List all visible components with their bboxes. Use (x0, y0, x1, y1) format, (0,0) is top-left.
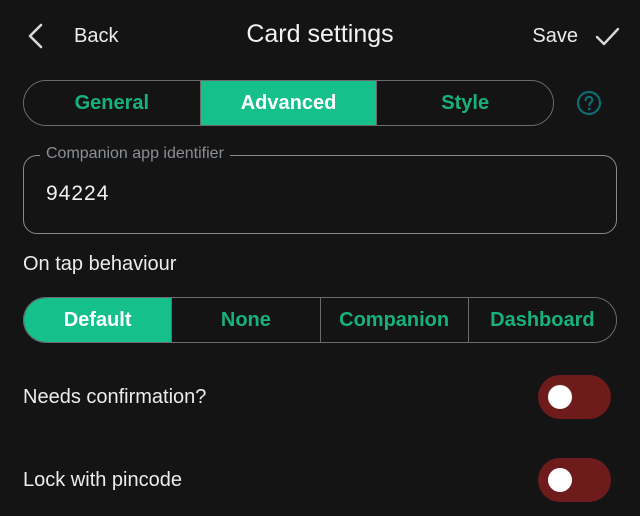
companion-id-field[interactable]: Companion app identifier 94224 (23, 145, 617, 234)
tab-advanced[interactable]: Advanced (200, 81, 378, 125)
app-header: Back Card settings Save (0, 0, 640, 72)
lock-pincode-toggle[interactable] (538, 458, 611, 502)
help-circle-icon[interactable] (576, 90, 602, 116)
tab-general[interactable]: General (24, 81, 201, 125)
save-button[interactable]: Save (532, 16, 622, 56)
tap-behaviour-label: On tap behaviour (23, 253, 177, 275)
save-label: Save (532, 24, 578, 47)
check-icon (595, 27, 620, 46)
settings-tabs: General Advanced Style (23, 80, 554, 126)
tap-option-none[interactable]: None (172, 298, 321, 342)
tap-option-default[interactable]: Default (24, 298, 173, 342)
toggle-knob (548, 468, 572, 492)
tap-option-dashboard[interactable]: Dashboard (468, 298, 616, 342)
companion-id-value[interactable]: 94224 (46, 182, 109, 206)
toggle-knob (548, 385, 572, 409)
tap-option-companion[interactable]: Companion (320, 298, 469, 342)
needs-confirmation-label: Needs confirmation? (23, 386, 207, 408)
companion-id-label: Companion app identifier (40, 145, 230, 163)
lock-pincode-label: Lock with pincode (23, 469, 182, 491)
tap-behaviour-selector: Default None Companion Dashboard (23, 297, 617, 343)
needs-confirmation-toggle[interactable] (538, 375, 611, 419)
tab-style[interactable]: Style (377, 81, 553, 125)
